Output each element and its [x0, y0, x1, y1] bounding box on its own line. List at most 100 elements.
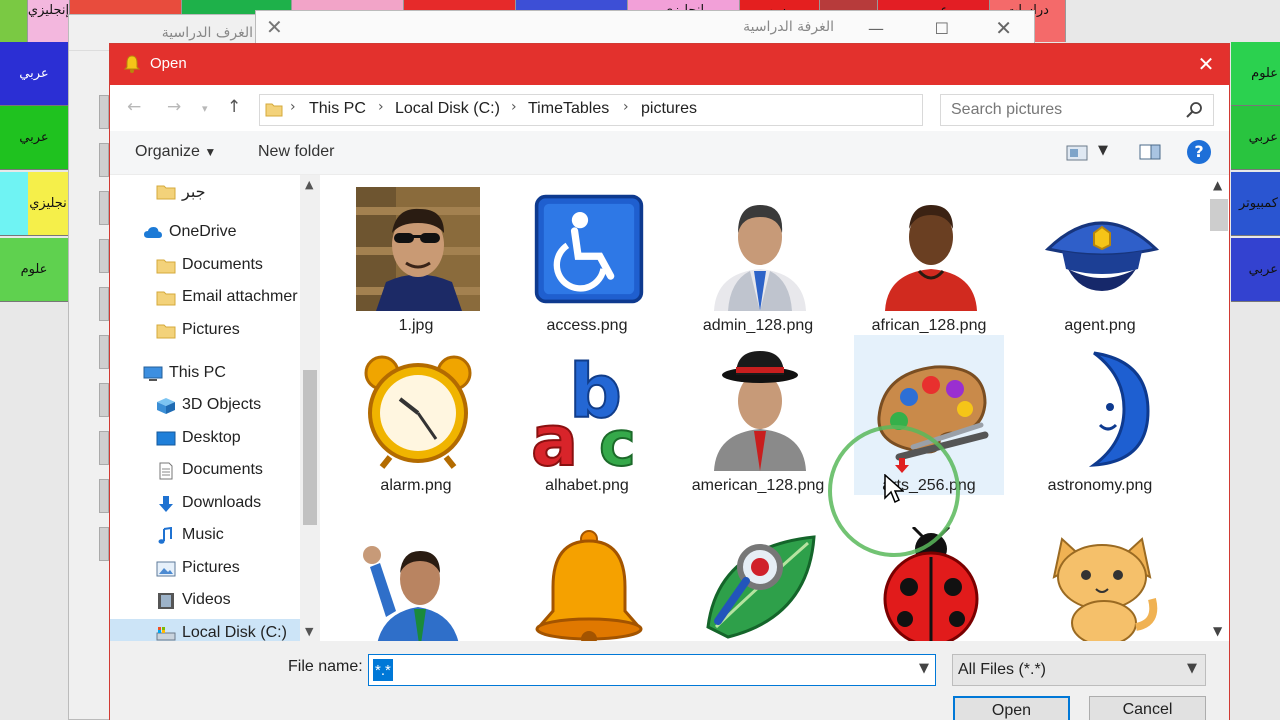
file-name-combobox[interactable]: ▼: [368, 654, 936, 686]
background-room-window: ✕ الغرفة الدراسية — ☐ ✕: [255, 10, 1035, 46]
tree-item[interactable]: Documents: [110, 251, 302, 281]
breadcrumb-timetables[interactable]: TimeTables: [528, 100, 609, 118]
file-item[interactable]: [341, 515, 491, 641]
folder-icon: [265, 103, 283, 117]
file-item[interactable]: american_128.png: [683, 335, 833, 495]
timetable-cell[interactable]: [0, 172, 28, 236]
tree-item[interactable]: Videos: [110, 586, 302, 616]
file-item[interactable]: astronomy.png: [1025, 335, 1175, 495]
organize-button[interactable]: Organize ▼: [135, 143, 216, 161]
search-icon[interactable]: [1185, 101, 1203, 119]
timetable-cell[interactable]: إنجليزي: [28, 0, 70, 42]
folder-icon: [156, 183, 176, 201]
document-icon: [156, 462, 176, 480]
maximize-icon[interactable]: ☐: [935, 19, 949, 38]
tree-item-label: Music: [182, 526, 224, 543]
scrollbar-thumb[interactable]: [1210, 199, 1228, 231]
cloud-icon: [143, 224, 163, 242]
file-type-select[interactable]: All Files (*.*) ▼: [952, 654, 1206, 686]
tree-item[interactable]: Pictures: [110, 554, 302, 584]
timetable-cell[interactable]: علوم: [1231, 42, 1280, 106]
search-box[interactable]: [940, 94, 1214, 126]
scroll-down-icon[interactable]: ▼: [1213, 624, 1222, 638]
navigation-pane: جبر OneDrive Documents Email attachmer Pictu…: [110, 175, 320, 641]
file-item[interactable]: alarm.png: [341, 335, 491, 495]
scroll-up-icon[interactable]: ▲: [1213, 178, 1222, 192]
search-input[interactable]: [941, 95, 1181, 125]
scrollbar-thumb[interactable]: [303, 370, 317, 525]
up-arrow-icon[interactable]: ↑: [227, 97, 241, 117]
open-button[interactable]: Open: [953, 696, 1070, 720]
file-list: 1.jpg access.png admin_128.png african_128.…: [321, 175, 1209, 641]
tree-item[interactable]: Documents: [110, 456, 302, 486]
timetable-cell[interactable]: علوم: [0, 238, 68, 302]
view-options-icon[interactable]: [1066, 144, 1088, 162]
timetable-cell[interactable]: كمبيوتر: [1231, 172, 1280, 236]
timetable-cell[interactable]: [0, 0, 28, 42]
breadcrumb-this-pc[interactable]: This PC: [309, 100, 366, 118]
timetable-cell[interactable]: نجليزي: [28, 172, 68, 236]
tree-item-label: This PC: [169, 364, 226, 381]
recent-dropdown-icon[interactable]: ▾: [202, 102, 208, 115]
moon-icon: [1040, 347, 1164, 471]
chevron-down-icon[interactable]: ▼: [919, 661, 929, 676]
timetable-cell[interactable]: عربي: [0, 106, 68, 170]
close-icon[interactable]: ✕: [995, 16, 1012, 40]
file-name-input[interactable]: [373, 659, 393, 681]
tree-item[interactable]: Music: [110, 521, 302, 551]
file-item[interactable]: agent.png: [1025, 175, 1175, 335]
chevron-down-icon[interactable]: ▼: [1187, 661, 1197, 676]
command-bar: Organize ▼ New folder ▼ ?: [110, 131, 1229, 175]
nav-pane-scrollbar[interactable]: ▲ ▼: [300, 175, 319, 641]
chevron-down-icon[interactable]: ▼: [1098, 143, 1108, 158]
organize-label: Organize: [135, 143, 200, 160]
tree-item[interactable]: 3D Objects: [110, 391, 302, 421]
file-item[interactable]: admin_128.png: [683, 175, 833, 335]
tree-item[interactable]: Email attachmer: [110, 283, 302, 313]
desktop-icon: [156, 430, 176, 448]
help-icon[interactable]: ?: [1187, 140, 1211, 164]
close-icon[interactable]: ✕: [266, 15, 283, 39]
timetable-cell[interactable]: عربي: [1231, 238, 1280, 302]
address-bar[interactable]: › This PC › Local Disk (C:) › TimeTables…: [259, 94, 1065, 126]
folder-icon: [156, 257, 176, 275]
tree-item-label: Documents: [182, 461, 263, 478]
close-icon[interactable]: ✕: [1195, 52, 1217, 76]
forward-arrow-icon[interactable]: →: [167, 97, 181, 117]
waving-man-icon: [356, 527, 480, 641]
file-item[interactable]: a b c alhabet.png: [512, 335, 662, 495]
file-item[interactable]: [512, 515, 662, 641]
file-item[interactable]: african_128.png: [854, 175, 1004, 335]
cancel-button[interactable]: Cancel: [1089, 696, 1206, 720]
tree-item[interactable]: OneDrive: [110, 218, 302, 248]
file-name: 1.jpg: [398, 317, 434, 334]
breadcrumb-pictures[interactable]: pictures: [641, 100, 697, 118]
folder-icon: [156, 322, 176, 340]
tree-item[interactable]: Desktop: [110, 424, 302, 454]
file-list-scrollbar[interactable]: ▲ ▼: [1209, 175, 1229, 641]
tree-item[interactable]: Downloads: [110, 489, 302, 519]
file-item[interactable]: 1.jpg: [341, 175, 491, 335]
scroll-down-icon[interactable]: ▼: [305, 625, 313, 638]
back-arrow-icon[interactable]: ←: [127, 97, 141, 117]
mouse-cursor-icon: [884, 474, 904, 504]
tree-item[interactable]: Pictures: [110, 316, 302, 346]
timetable-cell[interactable]: عربي: [1231, 106, 1280, 170]
new-folder-button[interactable]: New folder: [258, 143, 334, 161]
tree-item[interactable]: This PC: [110, 359, 302, 389]
tree-item-label: 3D Objects: [182, 396, 262, 413]
minimize-icon[interactable]: —: [868, 19, 884, 38]
preview-pane-icon[interactable]: [1139, 143, 1161, 161]
tree-item-label: Pictures: [182, 559, 240, 576]
timetable-cell[interactable]: عربي: [0, 42, 68, 106]
file-name: agent.png: [1064, 317, 1136, 334]
file-item[interactable]: [1025, 515, 1175, 641]
breadcrumb-separator-icon: ›: [290, 99, 296, 115]
tree-item[interactable]: Local Disk (C:): [110, 619, 302, 641]
scroll-up-icon[interactable]: ▲: [305, 178, 313, 191]
file-item[interactable]: access.png: [512, 175, 662, 335]
breadcrumb-local-disk[interactable]: Local Disk (C:): [395, 100, 500, 118]
dialog-titlebar[interactable]: Open ✕: [110, 44, 1229, 85]
tree-item[interactable]: جبر: [110, 177, 302, 207]
file-item[interactable]: [683, 515, 833, 641]
